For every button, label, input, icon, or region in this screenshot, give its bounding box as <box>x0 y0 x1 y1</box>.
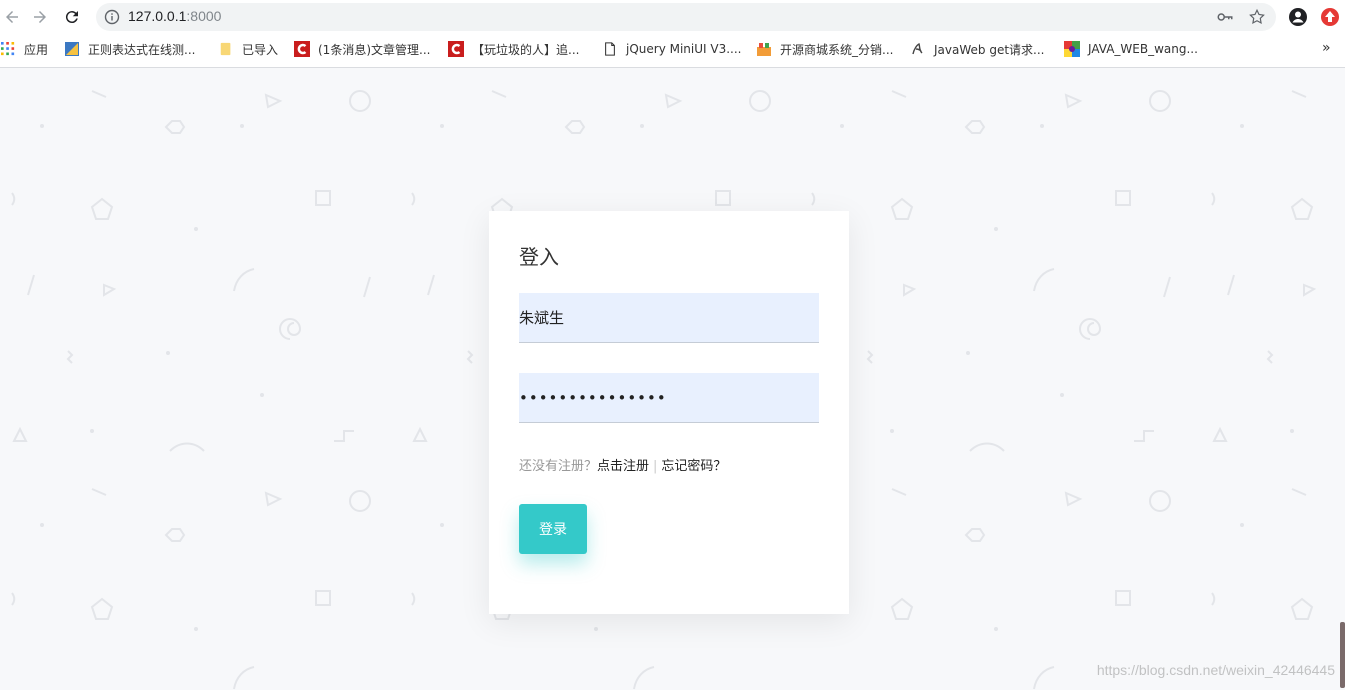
browser-toolbar: 127.0.0.1:8000 <box>0 0 1345 34</box>
password-input[interactable] <box>519 373 819 423</box>
bookmark-label: 【玩垃圾的人】追... <box>472 42 580 57</box>
bookmark-label: JavaWeb get请求... <box>934 42 1045 57</box>
auth-links: 还没有注册？点击注册 | 忘记密码？ <box>519 455 726 474</box>
forward-arrow-icon[interactable] <box>28 5 52 29</box>
username-input[interactable] <box>519 293 819 343</box>
bookmark-label: jQuery MiniUI V3.... <box>626 42 742 56</box>
url-port: :8000 <box>186 8 222 24</box>
link-separator: | <box>653 459 658 474</box>
bookmark-csdn-garbage[interactable]: 【玩垃圾的人】追... <box>448 38 579 60</box>
bookmark-imported[interactable]: 已导入 <box>218 38 278 60</box>
profile-icon[interactable] <box>1288 7 1308 27</box>
apps-grid-icon <box>0 41 16 57</box>
watermark: https://blog.csdn.net/weixin_42446445 <box>1096 662 1335 678</box>
bookmark-label: 开源商城系统_分销... <box>780 42 894 57</box>
login-title: 登入 <box>519 245 559 269</box>
login-button[interactable]: 登录 <box>519 504 587 554</box>
url-text: 127.0.0.1:8000 <box>128 8 221 24</box>
register-link[interactable]: 点击注册 <box>597 459 649 474</box>
bookmark-label: 应用 <box>24 42 49 57</box>
forgot-password-link[interactable]: 忘记密码？ <box>661 459 726 474</box>
javaweb-icon <box>910 41 926 57</box>
shop-icon <box>756 41 772 57</box>
star-icon[interactable] <box>1248 8 1266 26</box>
csdn-icon <box>448 41 464 57</box>
bookmark-label: 正则表达式在线测... <box>88 42 196 57</box>
address-bar[interactable]: 127.0.0.1:8000 <box>96 3 1276 31</box>
bookmark-apps[interactable]: 应用 <box>0 38 48 60</box>
reload-icon[interactable] <box>60 5 84 29</box>
bookmark-regex[interactable]: 正则表达式在线测... <box>64 38 195 60</box>
page-icon <box>602 41 618 57</box>
bookmark-label: JAVA_WEB_wang... <box>1088 42 1198 56</box>
bookmarks-overflow-button[interactable]: » <box>1322 40 1331 56</box>
url-host: 127.0.0.1 <box>128 8 187 24</box>
bookmark-shop-system[interactable]: 开源商城系统_分销... <box>756 38 893 60</box>
colorful-site-icon <box>1064 41 1080 57</box>
folder-icon <box>218 41 234 57</box>
bookmarks-bar: 应用 正则表达式在线测... 已导入 (1条消息)文章管理... 【玩垃圾的人】… <box>0 38 1345 62</box>
bookmark-label: (1条消息)文章管理... <box>318 42 431 57</box>
extension-icon[interactable] <box>1320 7 1340 27</box>
key-icon[interactable] <box>1216 8 1234 26</box>
bookmark-jquery-miniui[interactable]: jQuery MiniUI V3.... <box>602 38 741 60</box>
register-prompt: 还没有注册？ <box>519 459 598 474</box>
login-card: 登入 还没有注册？点击注册 |忘记密码？ 登录 <box>489 211 849 614</box>
bookmark-label: 已导入 <box>242 42 279 57</box>
scrollbar-thumb[interactable] <box>1340 622 1345 688</box>
bookmark-csdn-articles[interactable]: (1条消息)文章管理... <box>294 38 430 60</box>
browser-chrome: 127.0.0.1:8000 应用 正则表达式在线测... 已导入 (1条消息)… <box>0 0 1345 68</box>
info-icon[interactable] <box>104 9 120 25</box>
bookmark-javaweb-get[interactable]: JavaWeb get请求... <box>910 38 1044 60</box>
csdn-icon <box>294 41 310 57</box>
back-arrow-icon[interactable] <box>0 5 24 29</box>
bookmark-java-web-wang[interactable]: JAVA_WEB_wang... <box>1064 38 1198 60</box>
regex-site-icon <box>64 41 80 57</box>
